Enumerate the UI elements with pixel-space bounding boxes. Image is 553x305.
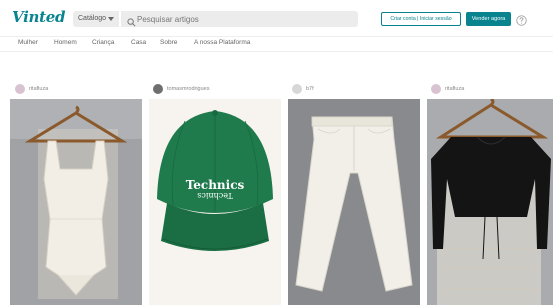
item-card-header[interactable]: ritafluza [15, 84, 135, 96]
username[interactable]: tomasmrodrigues [167, 86, 210, 92]
username[interactable]: ritafluza [29, 86, 48, 92]
nav-item-casa[interactable]: Casa [131, 39, 146, 46]
nav-item-plataforma[interactable]: A nossa Plataforma [194, 39, 250, 46]
cap-logo-text: Technics [186, 178, 245, 192]
avatar[interactable] [153, 84, 163, 94]
avatar[interactable] [431, 84, 441, 94]
avatar[interactable] [15, 84, 25, 94]
avatar[interactable] [292, 84, 302, 94]
item-photo[interactable] [427, 99, 553, 305]
item-photo[interactable]: Technics Technics [149, 99, 281, 305]
username[interactable]: b7f [306, 86, 314, 92]
nav-item-sobre[interactable]: Sobre [160, 39, 177, 46]
sell-now-button[interactable]: Vender agora [466, 12, 511, 26]
vinted-logo[interactable]: Vinted [12, 8, 65, 26]
catalog-dropdown-label: Catálogo [78, 15, 107, 22]
signup-login-button[interactable]: Criar conta | Iniciar sessão [381, 12, 461, 26]
catalog-dropdown[interactable]: Catálogo [73, 11, 119, 27]
chevron-down-icon [108, 17, 114, 21]
top-header: Vinted Catálogo Criar conta | Iniciar se… [0, 0, 553, 36]
nav-item-mulher[interactable]: Mulher [18, 39, 38, 46]
search-input[interactable] [137, 11, 347, 27]
item-card-header[interactable]: ritafluza [431, 84, 551, 96]
category-nav: Mulher Homem Criança Casa Sobre A nossa … [0, 36, 553, 52]
svg-text:Technics: Technics [197, 191, 232, 200]
item-card-header[interactable]: tomasmrodrigues [153, 84, 273, 96]
nav-item-homem[interactable]: Homem [54, 39, 77, 46]
help-icon[interactable] [516, 13, 527, 31]
item-photo[interactable] [288, 99, 420, 305]
search-bar[interactable] [121, 11, 358, 27]
item-card-header[interactable]: b7f [292, 84, 412, 96]
item-photo[interactable] [10, 99, 142, 305]
username[interactable]: ritafluza [445, 86, 464, 92]
nav-item-crianca[interactable]: Criança [92, 39, 114, 46]
search-icon [127, 14, 136, 32]
